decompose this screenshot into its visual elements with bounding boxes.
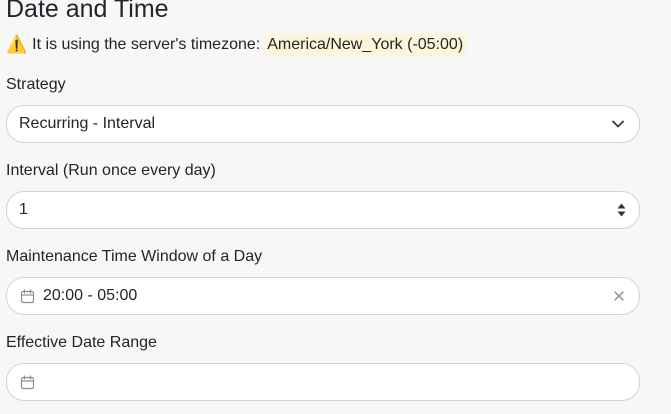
strategy-select[interactable]: Recurring - Interval bbox=[6, 105, 640, 143]
date-range-label: Effective Date Range bbox=[6, 334, 157, 351]
timezone-notice: ⚠️ It is using the server's timezone: Am… bbox=[6, 32, 467, 57]
time-window-value: 20:00 - 05:00 bbox=[43, 287, 138, 304]
increment-icon[interactable] bbox=[617, 203, 626, 209]
timezone-value: America/New_York (-05:00) bbox=[264, 33, 467, 56]
stepper-icon[interactable] bbox=[615, 203, 627, 217]
interval-value: 1 bbox=[19, 201, 28, 218]
interval-input[interactable]: 1 bbox=[6, 191, 640, 229]
section-title: Date and Time bbox=[6, 0, 169, 23]
close-icon[interactable] bbox=[613, 290, 625, 302]
timezone-message: It is using the server's timezone: bbox=[32, 35, 261, 53]
calendar-icon bbox=[19, 374, 35, 390]
strategy-label: Strategy bbox=[6, 76, 66, 93]
interval-label: Interval (Run once every day) bbox=[6, 162, 216, 179]
time-window-picker[interactable]: 20:00 - 05:00 bbox=[6, 277, 640, 315]
decrement-icon[interactable] bbox=[617, 211, 626, 217]
chevron-down-icon bbox=[612, 120, 624, 128]
time-window-label: Maintenance Time Window of a Day bbox=[6, 248, 263, 265]
date-range-picker[interactable] bbox=[6, 363, 640, 401]
calendar-icon bbox=[19, 288, 35, 304]
warning-icon: ⚠️ bbox=[6, 35, 28, 54]
strategy-selected-value: Recurring - Interval bbox=[19, 115, 156, 132]
maintenance-date-time-page: Date and Time ⚠️ It is using the server'… bbox=[0, 0, 671, 414]
